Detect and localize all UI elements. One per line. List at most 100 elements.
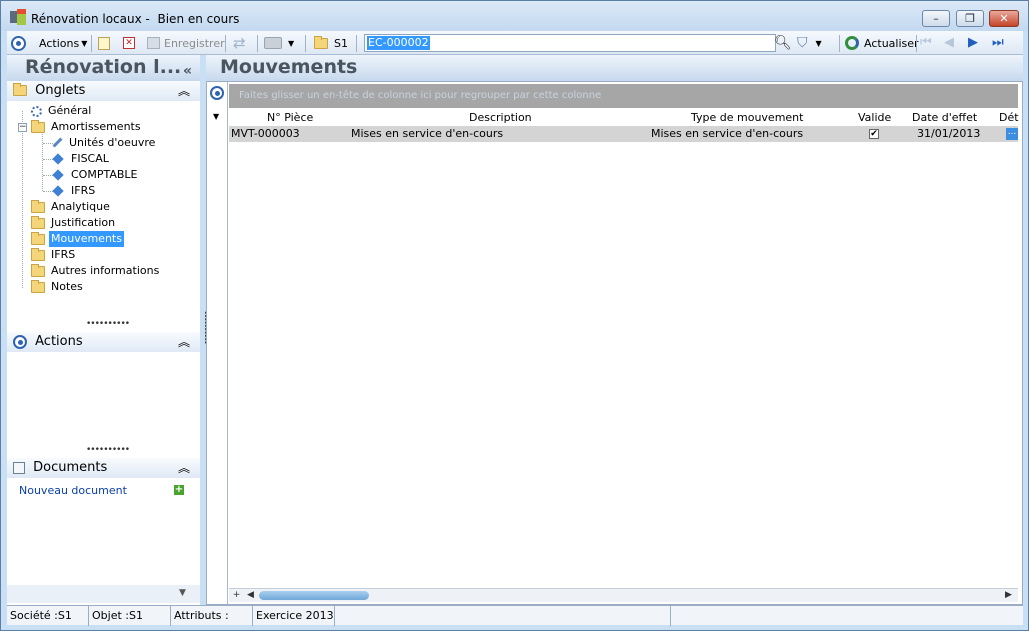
tree-item-autres-informations[interactable]: Autres informations <box>31 263 161 279</box>
tree-item-label: Analytique <box>51 200 110 213</box>
collapse-chevron-icon[interactable]: ︽ <box>178 458 190 478</box>
tree-item-label: IFRS <box>51 248 76 261</box>
tree-item-label: Général <box>48 104 92 117</box>
tree-guide-line <box>22 111 23 288</box>
column-header-type[interactable]: Type de mouvement <box>691 110 803 126</box>
app-window: Rénovation locaux - Bien en cours – ❐ ✕ … <box>0 0 1029 631</box>
new-button[interactable] <box>98 34 110 52</box>
main-panel: Mouvements ▼ Faites glisser un en-tête d… <box>206 55 1023 605</box>
cell-description: Mises en service d'en-cours <box>351 127 504 140</box>
cell-valide-checkbox[interactable]: ✔ <box>869 129 879 139</box>
new-document-link[interactable]: Nouveau document <box>19 484 127 497</box>
save-button[interactable]: Enregistrer <box>147 34 225 52</box>
tree-item-amortissements[interactable]: Amortissements <box>31 119 143 135</box>
column-header-detail[interactable]: Dét <box>999 110 1019 126</box>
tree-item-label: Notes <box>51 280 83 293</box>
tree-item-notes[interactable]: Notes <box>31 279 85 295</box>
documents-icon <box>13 461 25 474</box>
folder-icon <box>314 35 328 49</box>
previous-record-icon: ◀ <box>944 35 954 50</box>
tree-item-analytique[interactable]: Analytique <box>31 199 112 215</box>
first-record-button[interactable]: ⏮ <box>920 35 936 51</box>
dropdown-arrow-icon: ▼ <box>815 38 822 48</box>
scroll-left-icon[interactable]: ◀ <box>245 590 256 601</box>
panel-scroll-down-button[interactable]: ▼ <box>7 585 200 603</box>
record-code-value: EC-000002 <box>367 36 430 50</box>
collapse-chevron-icon[interactable]: ︽ <box>178 81 190 101</box>
search-button[interactable]: 🔍︎ <box>774 34 792 52</box>
folder-icon <box>31 247 45 261</box>
detail-button[interactable]: ... <box>1006 128 1018 140</box>
status-societe: Société :S1 <box>7 606 89 626</box>
actions-menu-button[interactable]: Actions ▼ <box>39 34 87 52</box>
close-button[interactable]: ✕ <box>989 10 1019 27</box>
tree-item-ifrs-amort[interactable]: IFRS <box>51 183 97 199</box>
column-header-date[interactable]: Date d'effet <box>912 110 977 126</box>
refresh-icon <box>845 36 859 50</box>
tree-item-justification[interactable]: Justification <box>31 215 117 231</box>
tree-item-ifrs[interactable]: IFRS <box>31 247 77 263</box>
tree-collapse-toggle[interactable]: − <box>18 123 27 132</box>
tree-item-label: COMPTABLE <box>71 168 138 181</box>
tree-item-general[interactable]: Général <box>31 103 93 119</box>
panel-resize-grip[interactable]: •••••••••• <box>86 319 130 329</box>
column-chooser-arrow-icon[interactable]: ▼ <box>213 112 219 121</box>
tree-item-label: Amortissements <box>51 120 141 133</box>
delete-button[interactable]: ✕ <box>123 34 135 52</box>
print-button[interactable]: ▼ <box>264 34 294 52</box>
collapse-chevron-icon[interactable]: ︽ <box>178 332 190 352</box>
tree-item-label: Unités d'oeuvre <box>69 136 156 149</box>
folder-icon <box>31 119 45 133</box>
window-title: Rénovation locaux - Bien en cours <box>31 12 240 26</box>
column-header-description[interactable]: Description <box>469 110 532 126</box>
title-bar: Rénovation locaux - Bien en cours – ❐ ✕ <box>1 1 1028 31</box>
toolbar-separator <box>839 35 840 52</box>
horizontal-scrollbar[interactable]: + ◀ ▶ <box>229 588 1018 602</box>
open-folder-icon <box>31 231 45 245</box>
column-header-valide[interactable]: Valide <box>858 110 891 126</box>
documents-panel-header[interactable]: Documents ︽ <box>7 458 200 478</box>
print-icon <box>264 37 282 49</box>
sync-button[interactable]: ⇄ <box>233 34 246 52</box>
folder-s1-button[interactable]: S1 <box>314 34 348 52</box>
last-record-button[interactable]: ⏭ <box>992 35 1008 51</box>
collapse-panel-icon[interactable]: « <box>183 59 192 81</box>
movements-grid: ▼ Faites glisser un en-tête de colonne i… <box>206 81 1023 605</box>
group-by-area[interactable]: Faites glisser un en-tête de colonne ici… <box>229 84 1018 108</box>
close-icon: ✕ <box>999 12 1009 25</box>
tree-item-mouvements[interactable]: Mouvements <box>31 231 124 247</box>
add-row-icon[interactable]: + <box>231 590 242 601</box>
table-row[interactable]: MVT-000003 Mises en service d'en-cours M… <box>229 126 1018 142</box>
column-header-piece[interactable]: N° Pièce <box>267 110 313 126</box>
minimize-button[interactable]: – <box>922 10 950 27</box>
actions-panel-header[interactable]: Actions ︽ <box>7 332 200 352</box>
save-label: Enregistrer <box>164 36 225 50</box>
tree-item-fiscal[interactable]: FISCAL <box>51 151 111 167</box>
tree-item-label: IFRS <box>71 184 96 197</box>
tree-item-label: Mouvements <box>49 231 124 247</box>
tree-item-comptable[interactable]: COMPTABLE <box>51 167 139 183</box>
gear-icon <box>31 105 42 117</box>
previous-record-button[interactable]: ◀ <box>944 35 960 51</box>
maximize-button[interactable]: ❐ <box>956 10 984 27</box>
next-record-button[interactable]: ▶ <box>968 35 984 51</box>
dropdown-arrow-icon: ▼ <box>288 38 295 48</box>
left-panel-title: Rénovation l... « <box>7 55 200 81</box>
scrollbar-thumb[interactable] <box>259 591 369 600</box>
tabs-panel-header[interactable]: Onglets ︽ <box>7 81 200 101</box>
documents-header-label: Documents <box>33 460 108 475</box>
scroll-right-icon[interactable]: ▶ <box>1003 590 1014 601</box>
home-button[interactable] <box>11 34 26 52</box>
filter-button[interactable]: ⛉ ▼ <box>797 34 822 52</box>
minimize-icon: – <box>933 12 939 25</box>
folder-s1-label: S1 <box>334 36 348 50</box>
panel-resize-grip[interactable]: •••••••••• <box>86 445 130 455</box>
add-document-icon[interactable]: + <box>174 485 184 495</box>
tree-item-unites-oeuvre[interactable]: Unités d'oeuvre <box>51 135 157 151</box>
record-code-input[interactable]: EC-000002 <box>364 34 776 52</box>
toolbar-separator <box>225 35 226 52</box>
tree-item-label: Autres informations <box>51 264 160 277</box>
folder-icon <box>31 263 45 277</box>
refresh-button[interactable]: Actualiser <box>845 34 919 52</box>
grid-options-icon[interactable] <box>210 86 224 100</box>
